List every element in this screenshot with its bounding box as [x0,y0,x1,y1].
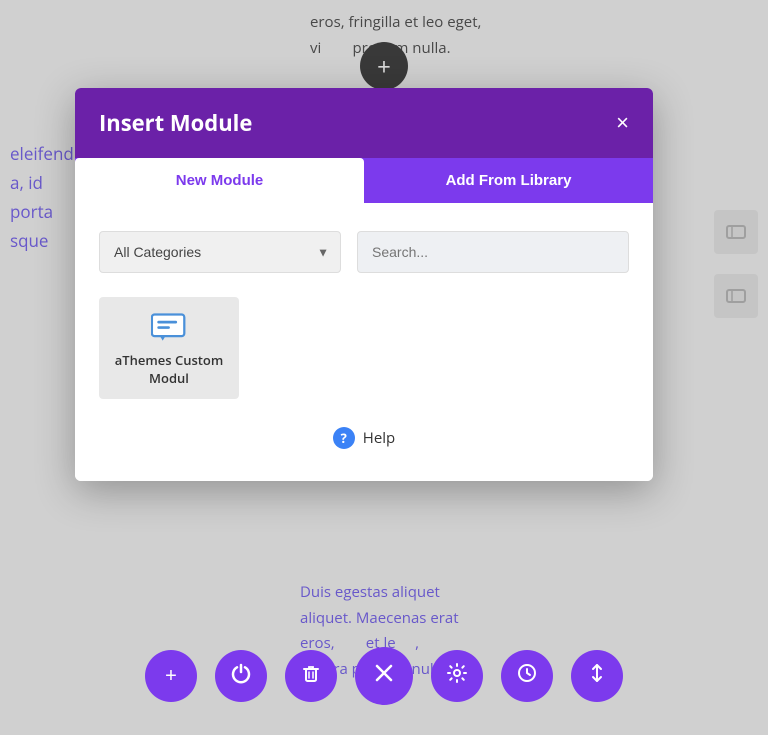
module-item-athemes[interactable]: aThemes Custom Modul [99,297,239,399]
modal-body: All Categories ▼ aThemes Custom Modul [75,203,653,481]
help-icon: ? [333,427,355,449]
close-center-button[interactable] [355,647,413,705]
history-button[interactable] [501,650,553,702]
modal-tabs: New Module Add From Library [75,158,653,203]
gear-icon [446,662,468,690]
insert-module-modal: Insert Module × New Module Add From Libr… [75,88,653,481]
tab-new-module[interactable]: New Module [75,158,364,203]
close-icon [372,661,396,691]
modules-grid: aThemes Custom Modul [99,297,629,399]
settings-button[interactable] [431,650,483,702]
clock-icon [516,662,538,690]
category-select[interactable]: All Categories [99,231,341,273]
help-label[interactable]: Help [363,428,395,448]
modal-header: Insert Module × [75,88,653,158]
bottom-toolbar: + [0,647,768,705]
modal-filters: All Categories ▼ [99,231,629,273]
help-section: ? Help [99,427,629,449]
add-icon: + [165,665,177,688]
trash-icon [300,662,322,690]
power-button[interactable] [215,650,267,702]
module-search-input[interactable] [357,231,629,273]
tab-add-from-library[interactable]: Add From Library [364,158,653,203]
delete-button[interactable] [285,650,337,702]
power-icon [230,662,252,690]
category-filter-wrap: All Categories ▼ [99,231,341,273]
sort-button[interactable] [571,650,623,702]
module-name-athemes: aThemes Custom Modul [111,351,227,387]
add-button[interactable]: + [145,650,197,702]
sort-icon [586,662,608,690]
modal-title: Insert Module [99,108,252,138]
modal-close-button[interactable]: × [616,112,629,134]
module-icon-chat [149,313,189,343]
